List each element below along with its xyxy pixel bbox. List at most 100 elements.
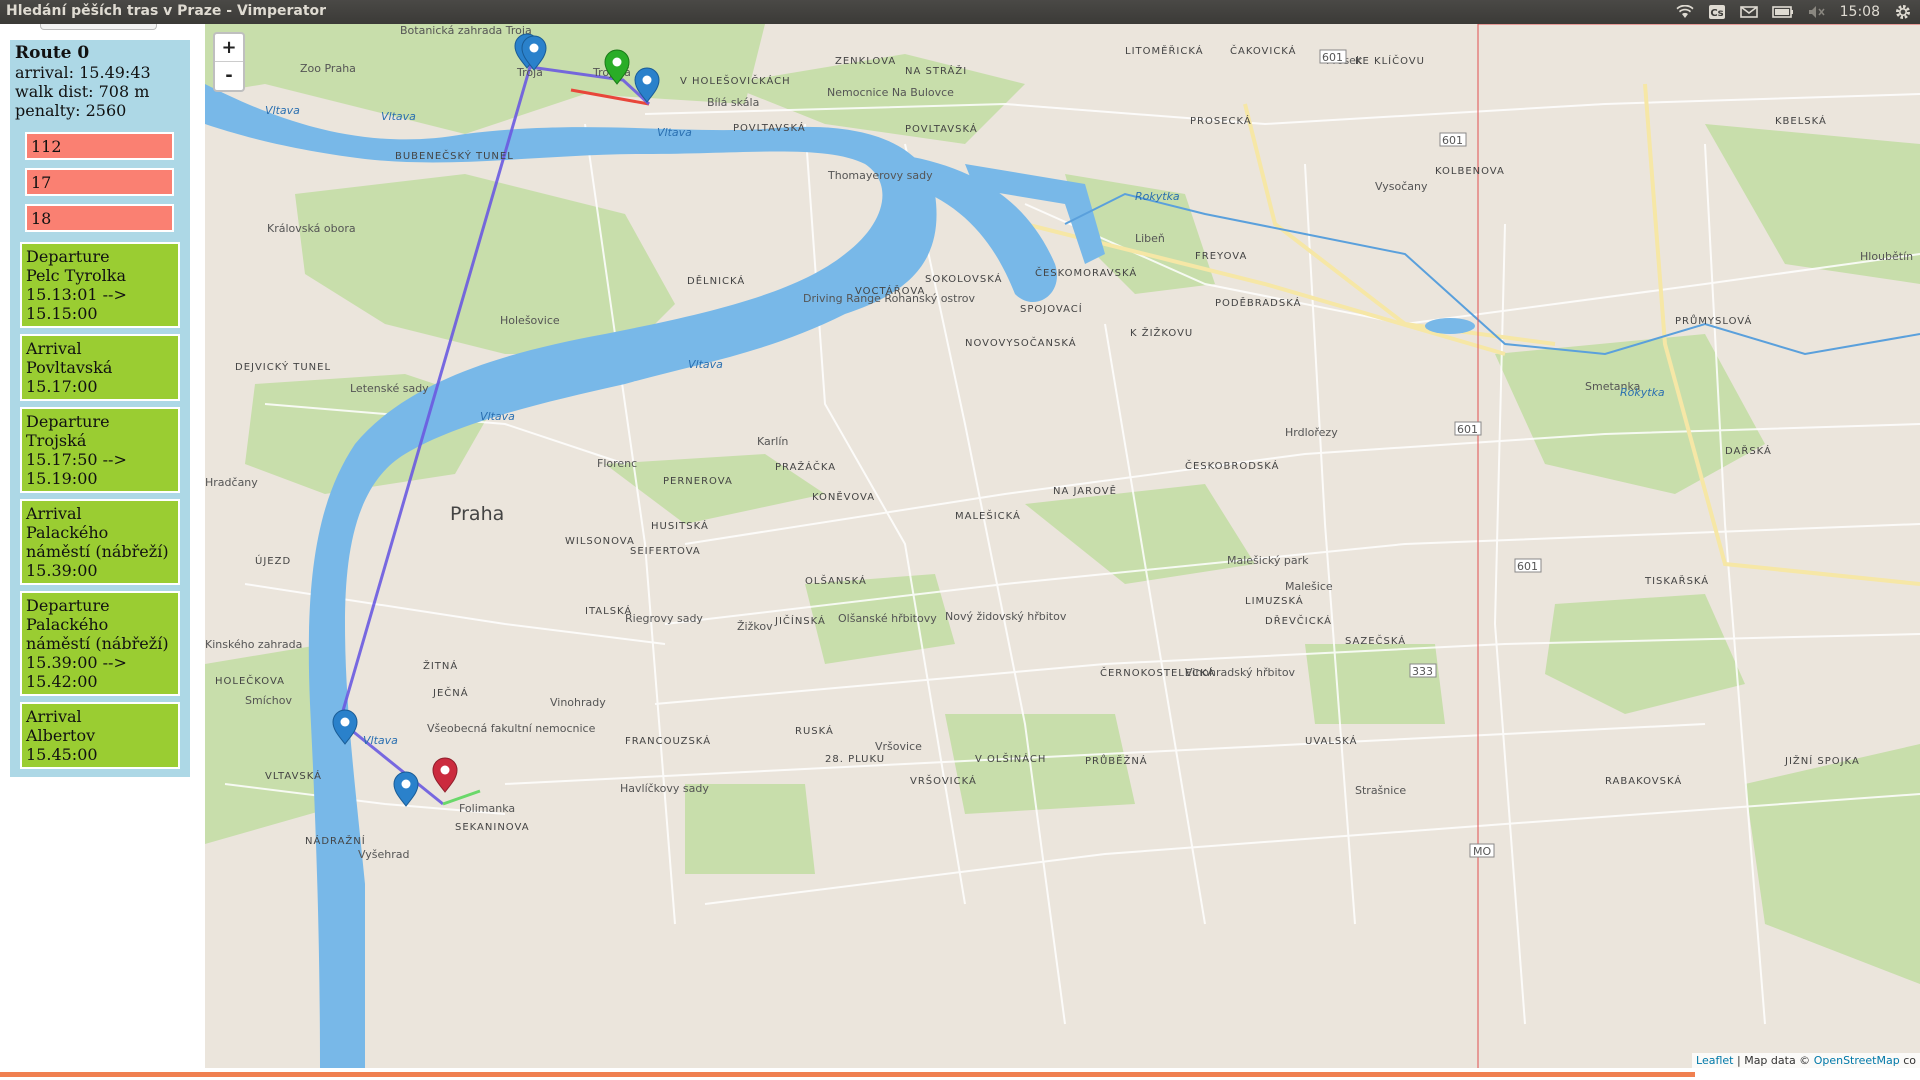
route-arrival: arrival: 15.49:43 (15, 63, 151, 82)
volume-muted-icon[interactable] (1808, 5, 1826, 19)
line-badge[interactable]: 17 (25, 168, 174, 196)
map-view[interactable]: Praha Troja Trojská Zoo Praha Botanická … (205, 24, 1920, 1068)
street-label: DEJVICKÝ TUNEL (235, 360, 331, 373)
stop-name: Trojská (26, 431, 87, 450)
marker-albertov[interactable] (393, 771, 419, 807)
leaflet-link[interactable]: Leaflet (1696, 1054, 1733, 1067)
zoom-out-button[interactable]: - (215, 62, 243, 89)
stop-item[interactable]: Departure Trojská 15.17:50 --> 15.19:00 (20, 407, 180, 493)
stop-kind: Arrival (26, 339, 82, 358)
street-label: VLTAVSKÁ (265, 769, 322, 782)
river-label: Vltava (688, 358, 723, 371)
stop-name: Povltavská (26, 358, 113, 377)
pond (1425, 318, 1475, 334)
stop-time-end: 15.42:00 (26, 672, 98, 691)
street-label: FRANCOUZSKÁ (625, 734, 711, 747)
street-label: FREYOVA (1195, 251, 1247, 262)
street-label: V OLŠINÁCH (975, 752, 1046, 765)
stop-kind: Arrival (26, 707, 82, 726)
road-badge: 601 (1517, 560, 1538, 573)
label-hloubetin: Hloubětín (1860, 250, 1913, 263)
stop-kind: Departure (26, 596, 110, 615)
osm-link[interactable]: OpenStreetMap (1814, 1054, 1900, 1067)
system-tray: Cs 15:08 (1676, 0, 1912, 24)
label-botanicka: Botanická zahrada Troja (400, 24, 532, 37)
stop-time: 15.39:00 --> (26, 653, 127, 672)
street-label: JIŽNÍ SPOJKA (1784, 754, 1860, 767)
label-malesicky-park: Malešický park (1227, 554, 1309, 567)
road-badge: 333 (1412, 665, 1433, 678)
street-label: RUSKÁ (795, 724, 834, 737)
route-penalty: penalty: 2560 (15, 101, 127, 120)
label-nemocnice: Nemocnice Na Bulovce (827, 86, 954, 99)
street-label: KBELSKÁ (1775, 114, 1827, 127)
street-label: V HOLEŠOVIČKÁCH (680, 74, 791, 87)
street-label: JEČNÁ (432, 686, 469, 699)
label-holesovice: Holešovice (500, 314, 560, 327)
street-label: ČERNOKOSTELECKÁ (1100, 666, 1215, 679)
loading-progress-bar (0, 1072, 1695, 1077)
keyboard-layout-icon[interactable]: Cs (1708, 5, 1726, 19)
river-label: Vltava (381, 110, 416, 123)
street-label: ÚJEZD (255, 554, 291, 567)
stop-item[interactable]: Departure Pelc Tyrolka 15.13:01 --> 15.1… (20, 242, 180, 328)
street-label: HOLEČKOVA (215, 674, 285, 687)
stop-time: 15.17:00 (26, 377, 98, 396)
street-label: WILSONOVA (565, 536, 635, 547)
street-label: PRAŽÁČKA (775, 460, 836, 473)
street-label: DŘEVČICKÁ (1265, 614, 1332, 627)
clock[interactable]: 15:08 (1840, 4, 1880, 20)
label-smichov: Smíchov (245, 694, 293, 707)
label-praha: Praha (450, 503, 504, 525)
route-title: Route 0 (15, 43, 90, 63)
label-kinskeho: Kinského zahrada (205, 638, 302, 651)
street-label: JIČÍNSKÁ (774, 614, 826, 627)
stop-time: 15.45:00 (26, 745, 98, 764)
stop-item[interactable]: Departure Palackého náměstí (nábřeží) 15… (20, 591, 180, 696)
street-label: POVLTAVSKÁ (905, 122, 978, 135)
stop-time-end: 15.15:00 (26, 304, 98, 323)
route-walk-distance: walk dist: 708 m (15, 82, 150, 101)
gear-icon[interactable] (1894, 3, 1912, 21)
browser-tab[interactable] (40, 24, 157, 30)
map-canvas[interactable]: Praha Troja Trojská Zoo Praha Botanická … (205, 24, 1920, 1068)
label-havlickovy-sady: Havlíčkovy sady (620, 782, 709, 795)
street-label: MALEŠICKÁ (955, 509, 1021, 522)
stop-name: Palackého náměstí (nábřeží) (26, 615, 169, 653)
stop-item[interactable]: Arrival Albertov 15.45:00 (20, 702, 180, 769)
street-label: PROSECKÁ (1190, 114, 1252, 127)
label-kralovska-obora: Královská obora (267, 222, 356, 235)
svg-text:Cs: Cs (1710, 8, 1723, 19)
street-label: PRŮMYSLOVÁ (1675, 314, 1752, 327)
street-label: NA STRÁŽI (905, 64, 967, 77)
street-label: SPOJOVACÍ (1020, 302, 1083, 315)
label-florenc: Florenc (597, 457, 637, 470)
street-label: VOCTÁŘOVA (855, 284, 925, 297)
system-top-bar: Hledání pěších tras v Praze - Vimperator… (0, 0, 1920, 24)
street-label: DĚLNICKÁ (687, 274, 745, 287)
wifi-icon[interactable] (1676, 5, 1694, 19)
line-badge[interactable]: 112 (25, 132, 174, 160)
stop-kind: Departure (26, 247, 110, 266)
marker-destination[interactable] (432, 757, 458, 793)
street-label: ČAKOVICKÁ (1230, 44, 1297, 57)
stop-item[interactable]: Arrival Palackého náměstí (nábřeží) 15.3… (20, 499, 180, 585)
label-karlin: Karlín (757, 435, 788, 448)
label-zoo: Zoo Praha (300, 62, 356, 75)
label-troja: Troja (516, 66, 543, 79)
stop-item[interactable]: Arrival Povltavská 15.17:00 (20, 334, 180, 401)
street-label: KOLBENOVA (1435, 166, 1505, 177)
stop-name: Albertov (26, 726, 96, 745)
street-label: KE KLÍČOVU (1355, 54, 1425, 67)
battery-icon[interactable] (1771, 5, 1794, 19)
street-label: RABAKOVSKÁ (1605, 774, 1682, 787)
label-riegrovy-sady: Riegrovy sady (625, 612, 703, 625)
zoom-in-button[interactable]: + (215, 34, 243, 62)
street-label: SEIFERTOVA (630, 546, 701, 557)
road-badge: 601 (1457, 423, 1478, 436)
line-badge[interactable]: 18 (25, 204, 174, 232)
mail-icon[interactable] (1739, 5, 1758, 19)
street-label: ČESKOMORAVSKÁ (1035, 266, 1137, 279)
stop-kind: Departure (26, 412, 110, 431)
street-label: SEKANINOVA (455, 822, 530, 833)
